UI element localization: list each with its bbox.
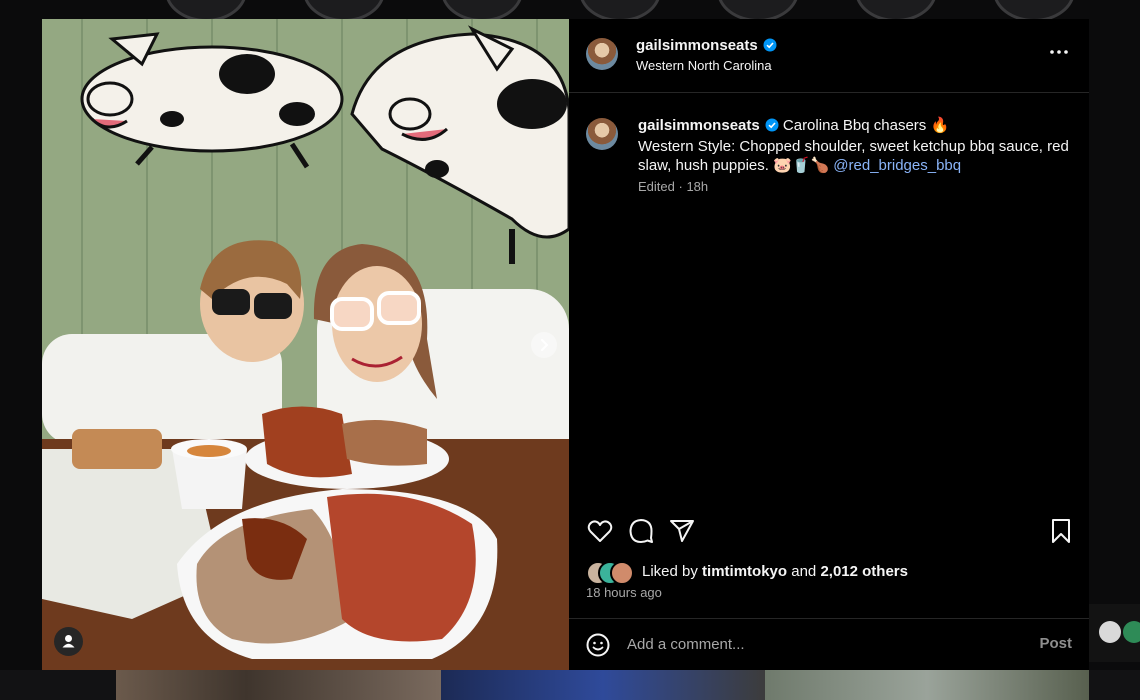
send-paper-plane-icon [670, 520, 694, 542]
person-tag-icon [62, 635, 75, 648]
like-button[interactable] [586, 517, 614, 545]
header-username[interactable]: gailsimmonseats [636, 37, 758, 54]
caption-line-1: Carolina Bbq chasers 🔥 [782, 117, 950, 134]
likes-and: and [791, 563, 817, 580]
caption-meta: Edited · 18h [638, 179, 709, 194]
likes-text: Liked by timtimtokyo and 2,012 others [642, 563, 908, 580]
emoji-smiley-icon [586, 633, 610, 657]
post-side-panel: gailsimmonseats Western North Carolina g… [569, 19, 1089, 670]
mention-link[interactable]: @red_bridges_bbq [833, 157, 961, 174]
post-modal: gailsimmonseats Western North Carolina g… [42, 19, 1089, 670]
background-badge [1123, 621, 1140, 643]
post-photo [42, 19, 569, 670]
heart-icon [587, 520, 613, 542]
emoji-button[interactable] [586, 633, 610, 657]
caption-username[interactable]: gailsimmonseats [638, 117, 760, 134]
post-header: gailsimmonseats Western North Carolina [569, 19, 1089, 93]
background-right-strip [1089, 604, 1140, 662]
likes-prefix: Liked by [642, 563, 698, 580]
comment-bar: Post [569, 618, 1089, 671]
grid-thumbnail [765, 670, 1089, 700]
grid-thumbnail [116, 670, 441, 700]
verified-badge-icon [765, 118, 779, 137]
background-grid-strip [0, 670, 1140, 700]
tagged-people-button[interactable] [54, 627, 83, 656]
caption-text: gailsimmonseats Carolina Bbq chasers 🔥 W… [638, 116, 1078, 175]
grid-thumbnail [441, 670, 765, 700]
post-comment-button[interactable]: Post [1039, 635, 1072, 652]
save-button[interactable] [1047, 517, 1075, 545]
more-options-icon [1050, 50, 1068, 54]
chevron-right-icon [541, 339, 549, 351]
post-age[interactable]: 18h [686, 179, 708, 194]
liker-avatar [610, 561, 634, 585]
post-actions [569, 517, 1089, 551]
post-location[interactable]: Western North Carolina [636, 58, 772, 73]
next-photo-button[interactable] [531, 332, 557, 358]
avatar[interactable] [586, 118, 618, 150]
post-photo-image [42, 19, 569, 670]
post-timestamp[interactable]: 18 hours ago [586, 585, 662, 600]
more-options-button[interactable] [1047, 45, 1071, 59]
likes-summary: Liked by timtimtokyo and 2,012 others [586, 561, 1076, 585]
edited-label: Edited [638, 179, 675, 194]
avatar[interactable] [586, 38, 618, 70]
liked-by-user[interactable]: timtimtokyo [702, 563, 787, 580]
verified-badge-icon [763, 38, 777, 57]
background-top-strip [0, 0, 1140, 22]
comment-bubble-icon [629, 519, 653, 543]
bookmark-icon [1052, 519, 1070, 543]
comment-input[interactable] [627, 633, 987, 655]
header-username-row: gailsimmonseats [636, 37, 777, 57]
share-button[interactable] [668, 517, 696, 545]
comment-button[interactable] [627, 517, 655, 545]
background-badge [1099, 621, 1121, 643]
likes-others[interactable]: 2,012 others [820, 563, 908, 580]
